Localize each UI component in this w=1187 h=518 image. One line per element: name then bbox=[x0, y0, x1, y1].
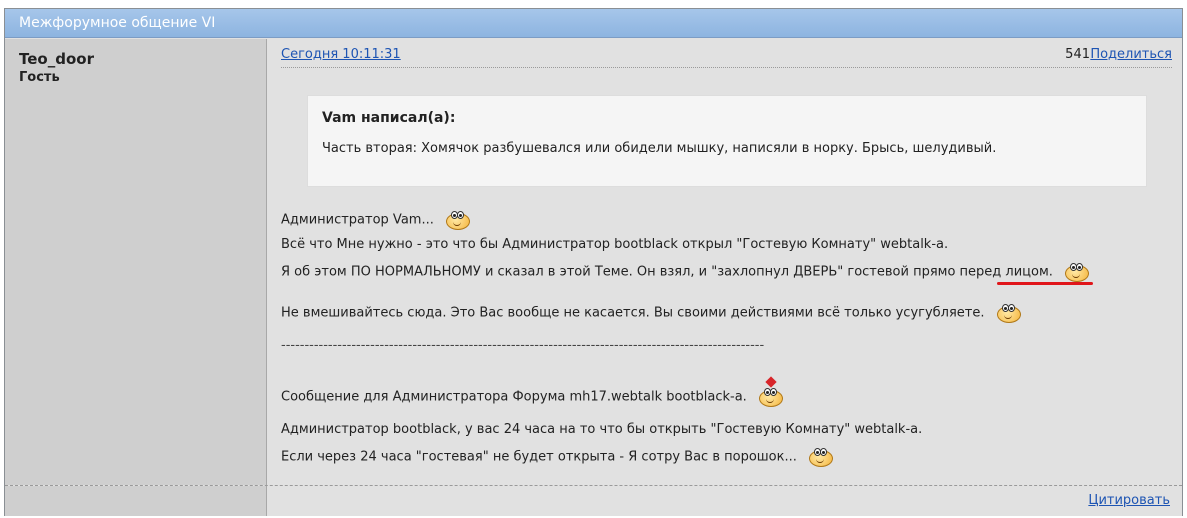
forum-post-frame: Межфорумное общение VI Teo_door Гость Се… bbox=[4, 8, 1183, 516]
post-number: 541 bbox=[1065, 47, 1090, 62]
post-footer: Цитировать bbox=[5, 485, 1182, 516]
quote-block: Vam написал(а): Часть вторая: Хомячок ра… bbox=[307, 95, 1147, 187]
post-line: Администратор bootblack, у вас 24 часа н… bbox=[281, 422, 922, 437]
smiley-hat-icon bbox=[758, 376, 783, 407]
post-line-text: Администратор Vam... bbox=[281, 212, 434, 228]
post-line: Я об этом ПО НОРМАЛЬНОМУ и сказал в этой… bbox=[281, 263, 1090, 282]
post-date-link[interactable]: Сегодня 10:11:31 bbox=[281, 47, 401, 62]
post-line-text: Администратор bootblack, у вас 24 часа н… bbox=[281, 422, 923, 437]
quote-reply-link[interactable]: Цитировать bbox=[1088, 493, 1170, 508]
post-line: Не вмешивайтесь сюда. Это Вас вообще не … bbox=[281, 304, 1021, 323]
post-footer-author-area bbox=[5, 486, 267, 516]
topic-title-bar: Межфорумное общение VI bbox=[5, 9, 1182, 38]
quote-author: Vam написал(а): bbox=[322, 110, 456, 126]
author-name[interactable]: Teo_door bbox=[19, 50, 94, 68]
post-body: Сегодня 10:11:31 541 Поделиться Vam напи… bbox=[267, 39, 1182, 485]
share-link[interactable]: Поделиться bbox=[1090, 47, 1172, 62]
smiley-icon bbox=[1065, 263, 1090, 282]
post-line: Всё что Мне нужно - это что бы Администр… bbox=[281, 237, 948, 252]
smiley-icon bbox=[809, 448, 834, 467]
red-underline-annotation bbox=[997, 282, 1093, 285]
post-line-text: Я об этом ПО НОРМАЛЬНОМУ и сказал в этой… bbox=[281, 264, 1053, 280]
quote-text: Часть вторая: Хомячок разбушевался или о… bbox=[322, 141, 997, 156]
post-line: Администратор Vam... bbox=[281, 211, 470, 230]
author-panel: Teo_door Гость bbox=[5, 39, 267, 485]
post-line-text: Всё что Мне нужно - это что бы Администр… bbox=[281, 237, 949, 252]
post-line: Если через 24 часа "гостевая" не будет о… bbox=[281, 448, 834, 467]
post-line-text: Если через 24 часа "гостевая" не будет о… bbox=[281, 449, 797, 465]
author-role: Гость bbox=[19, 70, 60, 85]
smiley-icon bbox=[446, 211, 470, 230]
post-line: Сообщение для Администратора Форума mh17… bbox=[281, 376, 783, 407]
smiley-icon bbox=[996, 304, 1021, 323]
post-header: Сегодня 10:11:31 541 Поделиться bbox=[281, 47, 1172, 68]
post-line-text: Не вмешивайтесь сюда. Это Вас вообще не … bbox=[281, 305, 985, 321]
post-line-text: Сообщение для Администратора Форума mh17… bbox=[281, 389, 747, 405]
topic-title: Межфорумное общение VI bbox=[19, 15, 216, 31]
text-separator: ----------------------------------------… bbox=[281, 338, 765, 353]
